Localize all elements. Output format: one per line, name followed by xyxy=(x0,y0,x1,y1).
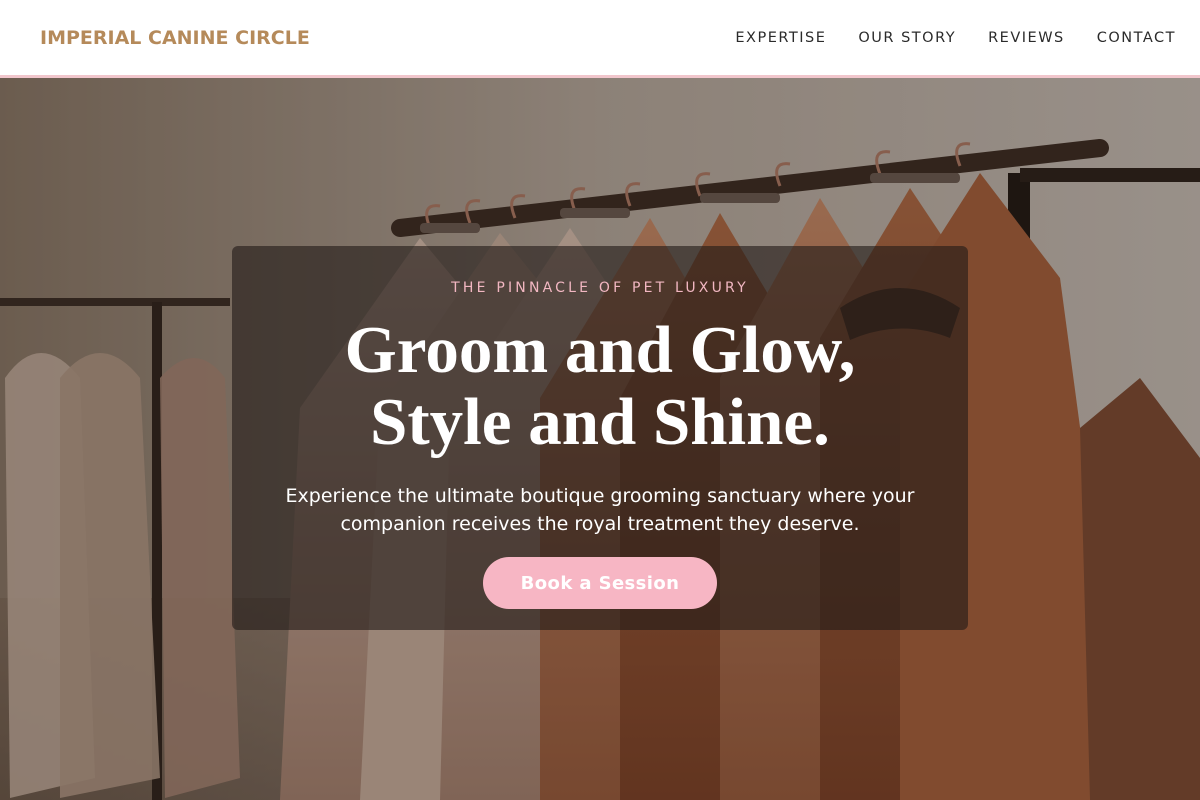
site-header: IMPERIAL CANINE CIRCLE EXPERTISE OUR STO… xyxy=(0,0,1200,78)
nav-item-our-story[interactable]: OUR STORY xyxy=(858,30,956,46)
nav-item-reviews[interactable]: REVIEWS xyxy=(988,30,1065,46)
hero-card: THE PINNACLE OF PET LUXURY Groom and Glo… xyxy=(232,246,968,630)
nav-item-contact[interactable]: CONTACT xyxy=(1097,30,1176,46)
hero-section: THE PINNACLE OF PET LUXURY Groom and Glo… xyxy=(0,78,1200,800)
book-session-button[interactable]: Book a Session xyxy=(483,557,717,609)
hero-headline-line-2: Style and Shine. xyxy=(370,385,830,459)
hero-headline: Groom and Glow, Style and Shine. xyxy=(232,314,968,458)
main-nav: EXPERTISE OUR STORY REVIEWS CONTACT xyxy=(703,30,1176,46)
hero-headline-line-1: Groom and Glow, xyxy=(344,313,856,387)
nav-item-expertise[interactable]: EXPERTISE xyxy=(735,30,826,46)
hero-eyebrow: THE PINNACLE OF PET LUXURY xyxy=(451,280,749,296)
brand-logo[interactable]: IMPERIAL CANINE CIRCLE xyxy=(40,27,310,49)
hero-subtext: Experience the ultimate boutique groomin… xyxy=(285,485,915,535)
